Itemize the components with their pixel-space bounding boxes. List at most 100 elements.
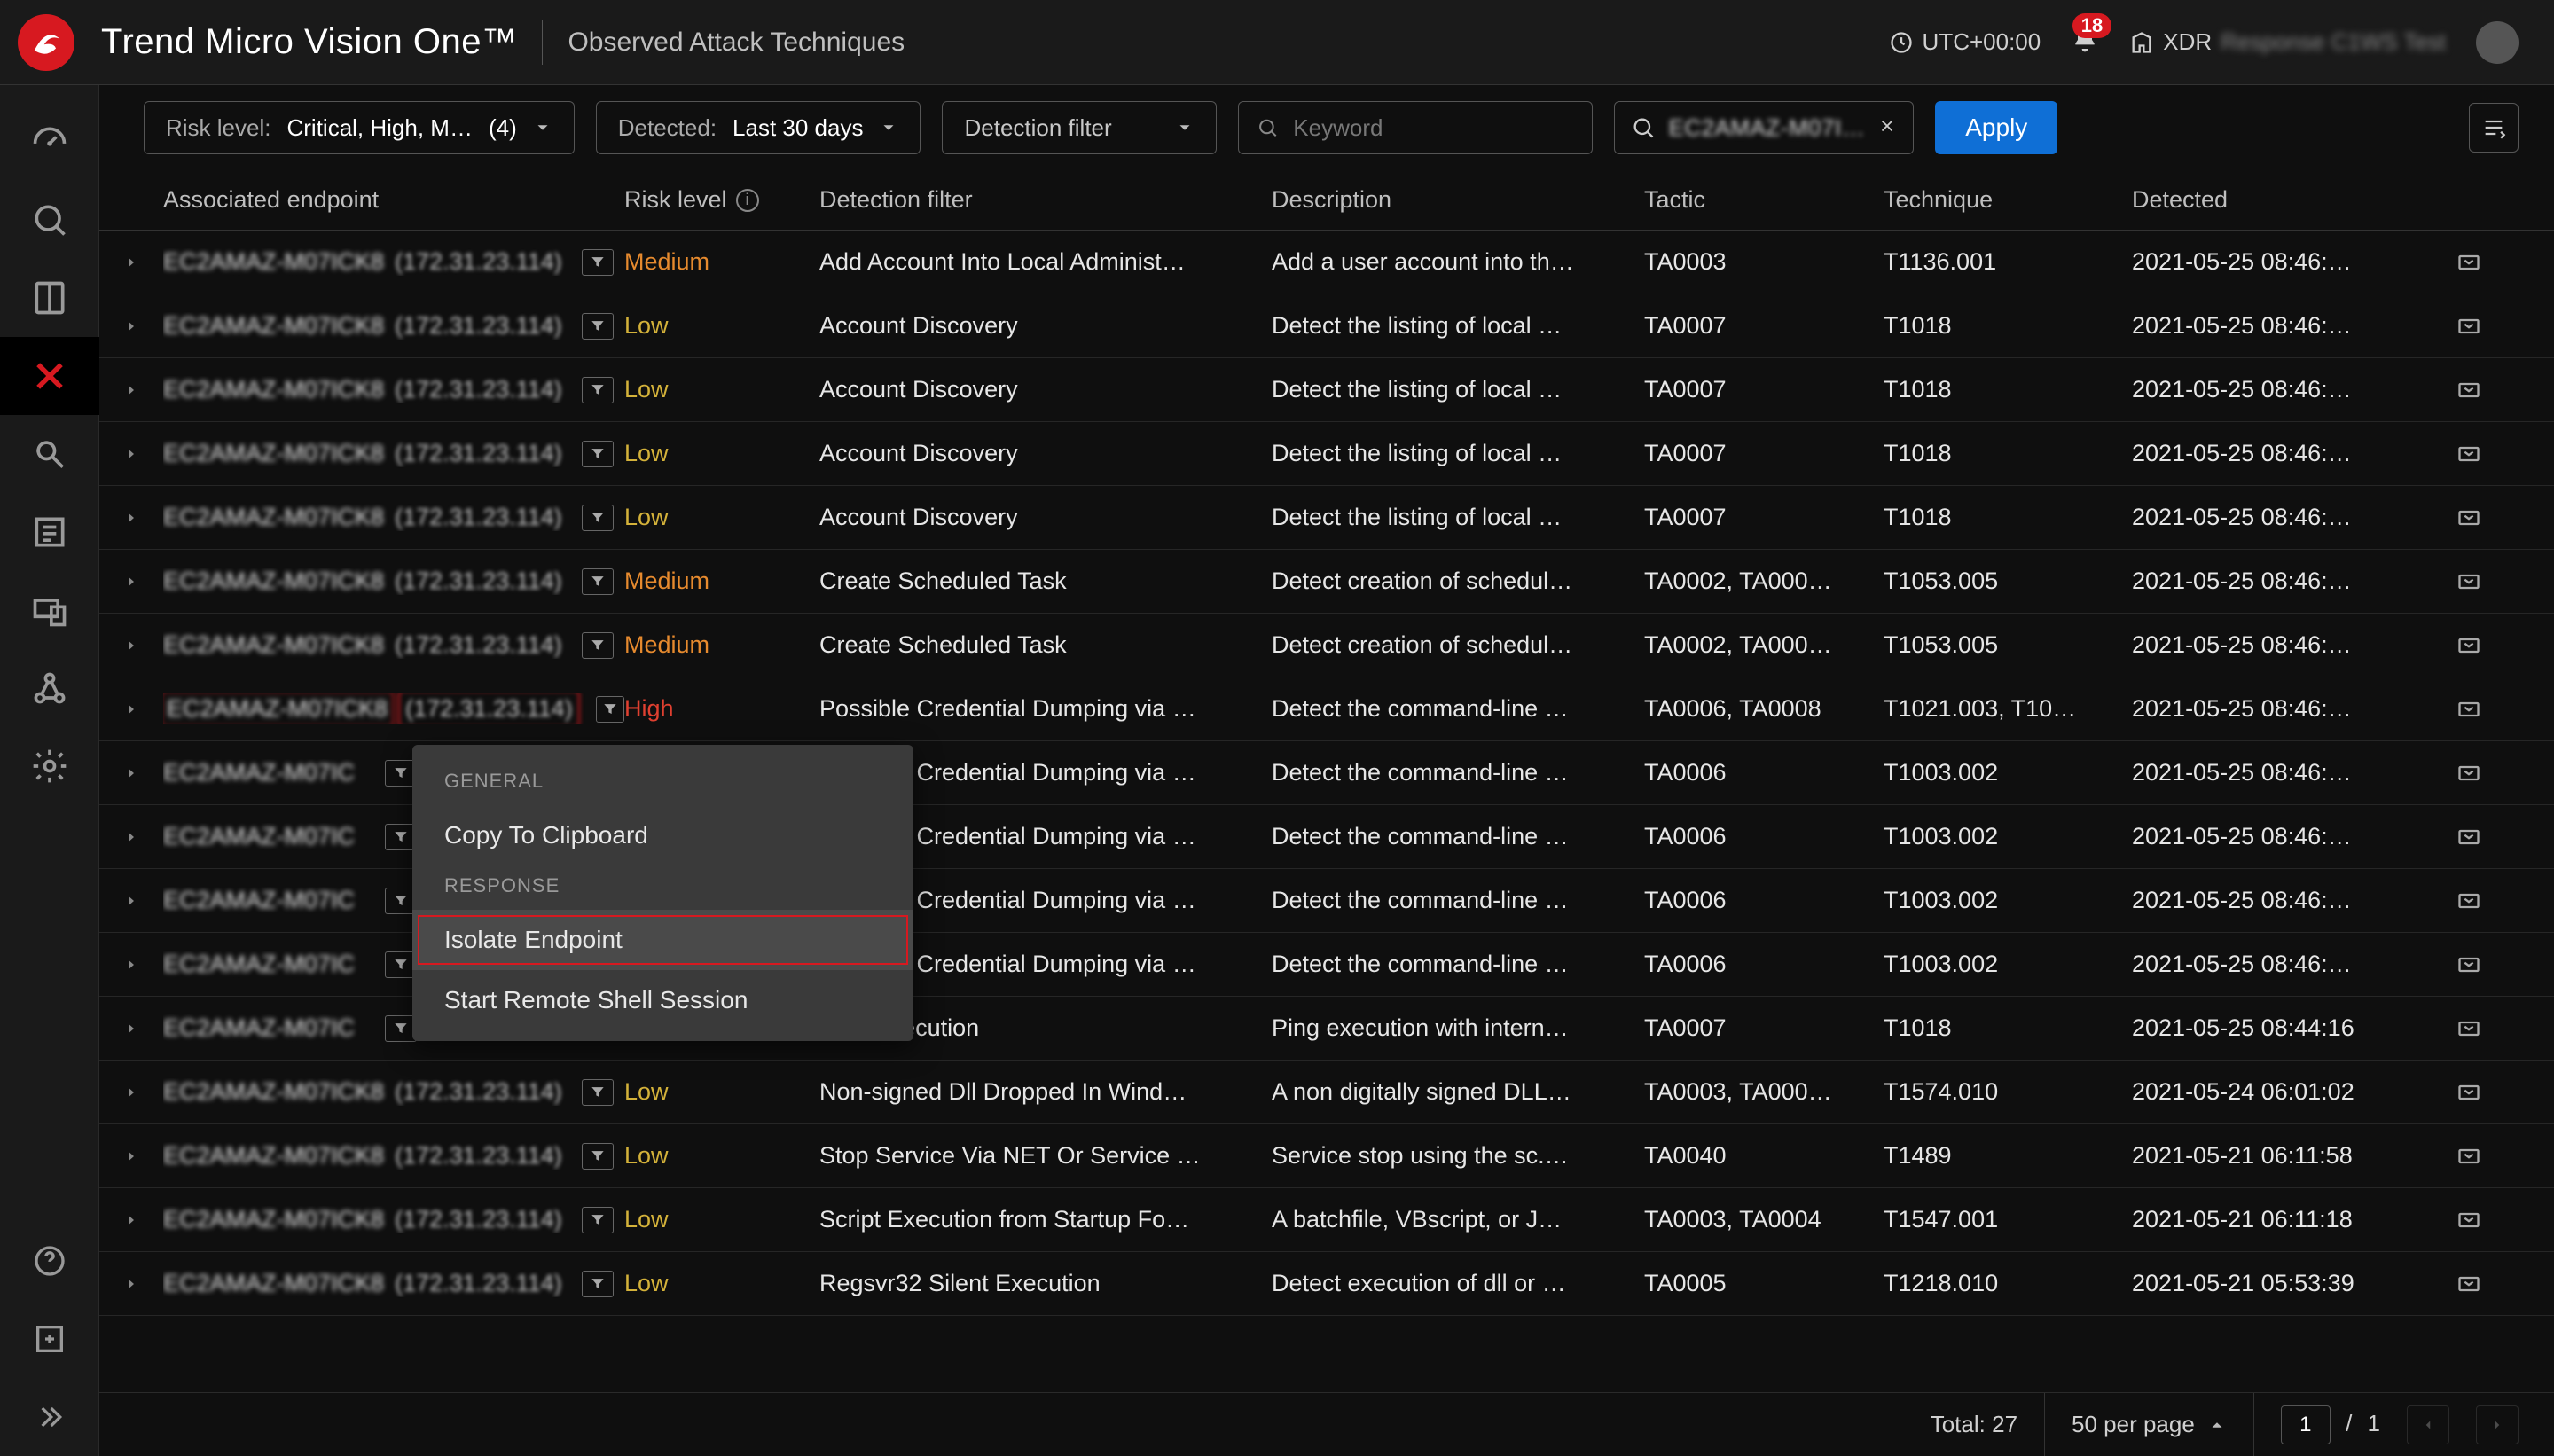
table-row[interactable]: EC2AMAZ-M07ICK8 (172.31.23.114) Low Acco… — [99, 486, 2554, 550]
clear-endpoint-filter[interactable] — [1877, 116, 1897, 140]
table-row[interactable]: EC2AMAZ-M07ICK8 (172.31.23.114) Low Non-… — [99, 1061, 2554, 1124]
row-expander[interactable] — [99, 614, 163, 677]
col-tactic[interactable]: Tactic — [1644, 186, 1884, 214]
table-row[interactable]: EC2AMAZ-M07ICK8 (172.31.23.114) Medium C… — [99, 550, 2554, 614]
row-action-button[interactable] — [2433, 250, 2504, 275]
keyword-input[interactable] — [1293, 114, 1574, 142]
endpoint-filter-button[interactable] — [596, 696, 624, 723]
endpoint-filter-button[interactable] — [582, 249, 614, 276]
sidebar-item-investigate[interactable] — [0, 415, 99, 493]
row-action-button[interactable] — [2433, 569, 2504, 594]
endpoint-filter-button[interactable] — [582, 377, 614, 403]
prev-page-button[interactable] — [2407, 1405, 2449, 1444]
endpoint-filter-button[interactable] — [582, 505, 614, 531]
row-action-button[interactable] — [2433, 697, 2504, 722]
endpoint-filter-button[interactable] — [582, 1207, 614, 1233]
endpoint-filter-button[interactable] — [582, 1271, 614, 1297]
row-expander[interactable] — [99, 933, 163, 996]
info-icon[interactable]: i — [736, 189, 759, 212]
endpoint-filter-button[interactable] — [582, 1143, 614, 1170]
row-expander[interactable] — [99, 358, 163, 421]
detection-filter-dropdown[interactable]: Detection filter — [942, 101, 1217, 154]
row-action-button[interactable] — [2433, 505, 2504, 530]
col-detected[interactable]: Detected — [2132, 186, 2433, 214]
sidebar-item-attack-techniques[interactable] — [0, 337, 99, 415]
row-expander[interactable] — [99, 231, 163, 294]
ctx-remote-shell[interactable]: Start Remote Shell Session — [412, 970, 913, 1030]
row-action-button[interactable] — [2433, 1144, 2504, 1169]
sidebar-item-workbench[interactable] — [0, 259, 99, 337]
endpoint-cell[interactable]: EC2AMAZ-M07ICK8 (172.31.23.114) — [163, 1206, 624, 1233]
row-action-button[interactable] — [2433, 442, 2504, 466]
row-expander[interactable] — [99, 997, 163, 1060]
row-expander[interactable] — [99, 294, 163, 357]
timezone-indicator[interactable]: UTC+00:00 — [1889, 28, 2041, 56]
endpoint-cell[interactable]: EC2AMAZ-M07ICK8 (172.31.23.114) — [163, 1142, 624, 1170]
table-row[interactable]: EC2AMAZ-M07ICK8 (172.31.23.114) Medium C… — [99, 614, 2554, 677]
endpoint-cell[interactable]: EC2AMAZ-M07ICK8 (172.31.23.114) — [163, 504, 624, 531]
brand-logo[interactable] — [18, 14, 74, 71]
endpoint-cell[interactable]: EC2AMAZ-M07ICK8 (172.31.23.114) — [163, 440, 624, 467]
risk-level-filter[interactable]: Risk level: Critical, High, M… (4) — [144, 101, 575, 154]
workspace-selector[interactable]: XDR Response C1WS Test — [2129, 28, 2446, 56]
endpoint-cell[interactable]: EC2AMAZ-M07ICK8 (172.31.23.114) — [163, 376, 624, 403]
table-row[interactable]: EC2AMAZ-M07ICK8 (172.31.23.114) Low Acco… — [99, 358, 2554, 422]
endpoint-filter-chip[interactable]: EC2AMAZ-M07I… — [1614, 101, 1914, 154]
table-row[interactable]: EC2AMAZ-M07ICK8 (172.31.23.114) Low Acco… — [99, 422, 2554, 486]
col-description[interactable]: Description — [1272, 186, 1644, 214]
row-action-button[interactable] — [2433, 633, 2504, 658]
col-risk[interactable]: Risk leveli — [624, 186, 819, 214]
endpoint-filter-button[interactable] — [582, 568, 614, 595]
ctx-copy-clipboard[interactable]: Copy To Clipboard — [412, 805, 913, 865]
endpoint-filter-button[interactable] — [582, 632, 614, 659]
sidebar-item-settings[interactable] — [0, 727, 99, 805]
table-row[interactable]: EC2AMAZ-M07ICK8 (172.31.23.114) Medium A… — [99, 231, 2554, 294]
sidebar-item-reports[interactable] — [0, 493, 99, 571]
row-expander[interactable] — [99, 550, 163, 613]
ctx-isolate-endpoint[interactable]: Isolate Endpoint — [412, 910, 913, 970]
table-row[interactable]: EC2AMAZ-M07ICK8 (172.31.23.114) Low Scri… — [99, 1188, 2554, 1252]
row-action-button[interactable] — [2433, 1080, 2504, 1105]
endpoint-cell[interactable]: EC2AMAZ-M07ICK8 (172.31.23.114) — [163, 312, 624, 340]
sidebar-item-add[interactable] — [0, 1300, 99, 1378]
endpoint-cell[interactable]: EC2AMAZ-M07ICK8 (172.31.23.114) — [163, 248, 624, 276]
endpoint-cell[interactable]: EC2AMAZ-M07ICK8 (172.31.23.114) — [163, 1270, 624, 1297]
col-endpoint[interactable]: Associated endpoint — [163, 186, 624, 214]
col-technique[interactable]: Technique — [1884, 186, 2132, 214]
detected-range-filter[interactable]: Detected: Last 30 days — [596, 101, 921, 154]
row-action-button[interactable] — [2433, 825, 2504, 849]
endpoint-cell[interactable]: EC2AMAZ-M07ICK8 (172.31.23.114) — [163, 631, 624, 659]
sidebar-item-help[interactable] — [0, 1222, 99, 1300]
table-row[interactable]: EC2AMAZ-M07ICK8 (172.31.23.114) Low Acco… — [99, 294, 2554, 358]
endpoint-filter-button[interactable] — [582, 441, 614, 467]
sidebar-expand-button[interactable] — [0, 1378, 99, 1456]
sidebar-item-devices[interactable] — [0, 571, 99, 649]
table-row[interactable]: EC2AMAZ-M07ICK8 (172.31.23.114) Low Stop… — [99, 1124, 2554, 1188]
row-expander[interactable] — [99, 422, 163, 485]
row-expander[interactable] — [99, 486, 163, 549]
user-avatar[interactable] — [2476, 21, 2519, 64]
row-expander[interactable] — [99, 1252, 163, 1315]
row-action-button[interactable] — [2433, 888, 2504, 913]
apply-button[interactable]: Apply — [1935, 101, 2057, 154]
row-expander[interactable] — [99, 1124, 163, 1187]
endpoint-filter-button[interactable] — [582, 313, 614, 340]
row-action-button[interactable] — [2433, 761, 2504, 786]
sidebar-item-network[interactable] — [0, 649, 99, 727]
row-expander[interactable] — [99, 1061, 163, 1123]
row-expander[interactable] — [99, 869, 163, 932]
row-expander[interactable] — [99, 1188, 163, 1251]
row-action-button[interactable] — [2433, 378, 2504, 403]
page-input[interactable] — [2281, 1405, 2331, 1444]
row-action-button[interactable] — [2433, 952, 2504, 977]
row-action-button[interactable] — [2433, 1272, 2504, 1296]
sidebar-item-dashboard[interactable] — [0, 103, 99, 181]
endpoint-cell[interactable]: EC2AMAZ-M07ICK8 (172.31.23.114) — [163, 568, 624, 595]
sidebar-item-search[interactable] — [0, 181, 99, 259]
keyword-search[interactable] — [1238, 101, 1593, 154]
table-row[interactable]: EC2AMAZ-M07ICK8 (172.31.23.114) Low Regs… — [99, 1252, 2554, 1316]
row-action-button[interactable] — [2433, 314, 2504, 339]
endpoint-cell[interactable]: EC2AMAZ-M07ICK8 (172.31.23.114) — [163, 693, 624, 724]
next-page-button[interactable] — [2476, 1405, 2519, 1444]
row-expander[interactable] — [99, 741, 163, 804]
